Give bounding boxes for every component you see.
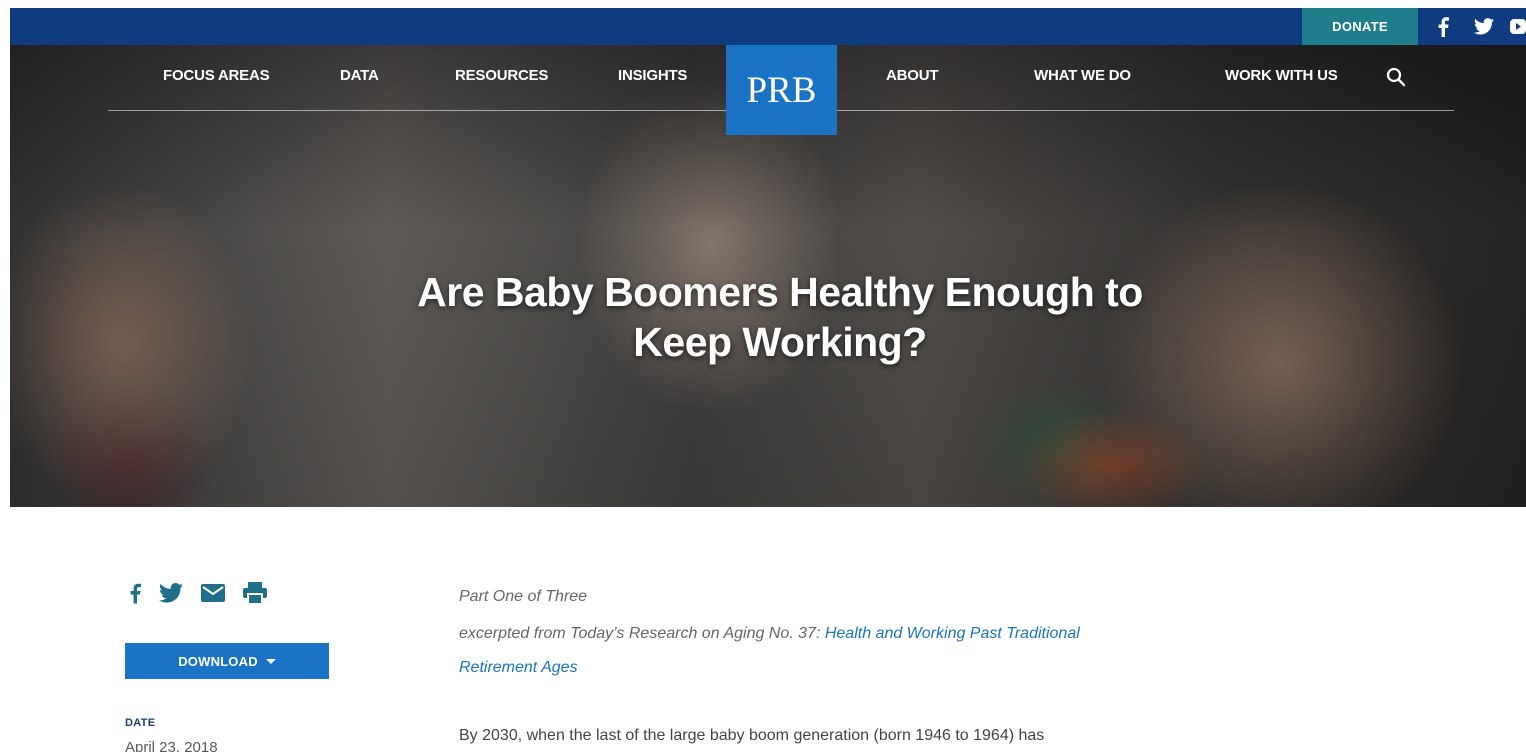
nav-insights[interactable]: INSIGHTS [618, 67, 687, 84]
nav-data[interactable]: DATA [340, 67, 379, 84]
excerpt-prefix: excerpted from Today’s Research on Aging… [459, 625, 825, 642]
download-button[interactable]: DOWNLOAD [125, 643, 329, 679]
nav-work-with-us[interactable]: WORK WITH US [1225, 67, 1338, 84]
nav-what-we-do[interactable]: WHAT WE DO [1034, 67, 1131, 84]
email-icon[interactable] [201, 584, 225, 607]
download-label: DOWNLOAD [178, 653, 258, 669]
donate-button[interactable]: DONATE [1302, 8, 1418, 45]
facebook-icon[interactable] [129, 583, 141, 609]
print-icon[interactable] [243, 582, 267, 609]
facebook-icon[interactable] [1437, 8, 1449, 45]
search-icon[interactable] [1386, 67, 1406, 92]
article-intro: Part One of Three excerpted from Today’s… [459, 585, 1279, 685]
prb-logo[interactable]: PRB [726, 45, 837, 135]
twitter-icon[interactable] [1474, 8, 1494, 45]
date-value: April 23, 2018 [125, 739, 218, 752]
date-label: DATE [125, 717, 156, 729]
nav-about[interactable]: ABOUT [886, 67, 939, 84]
nav-focus-areas[interactable]: FOCUS AREAS [163, 67, 270, 84]
share-bar [129, 582, 267, 609]
page-title: Are Baby Boomers Healthy Enough to Keep … [417, 269, 1143, 365]
nav-resources[interactable]: RESOURCES [455, 67, 548, 84]
article-body: By 2030, when the last of the large baby… [459, 727, 1045, 744]
excerpt-note: excerpted from Today’s Research on Aging… [459, 617, 1099, 685]
chevron-down-icon [265, 658, 276, 664]
top-bar [10, 8, 1526, 45]
hero-banner: FOCUS AREAS DATA RESOURCES INSIGHTS ABOU… [10, 45, 1526, 507]
twitter-icon[interactable] [159, 583, 183, 608]
youtube-icon[interactable] [1510, 8, 1526, 45]
part-label: Part One of Three [459, 588, 588, 605]
